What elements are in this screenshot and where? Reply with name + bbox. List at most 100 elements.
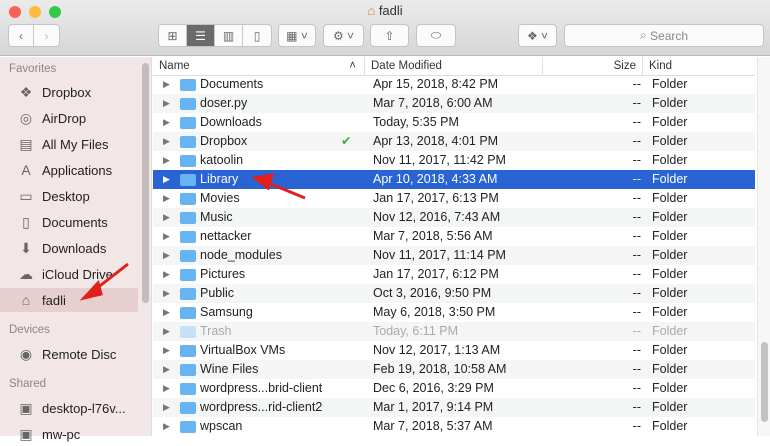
file-row[interactable]: ▶ nettacker Mar 7, 2018, 5:56 AM -- Folder (153, 227, 755, 246)
sidebar-item-downloads[interactable]: ⬇ Downloads (0, 236, 138, 260)
folder-icon (180, 250, 196, 262)
file-list-scrollbar[interactable] (757, 57, 770, 436)
disclosure-triangle-icon[interactable]: ▶ (163, 113, 170, 132)
sidebar-item-documents[interactable]: ▯ Documents (0, 210, 138, 234)
disclosure-triangle-icon[interactable]: ▶ (163, 341, 170, 360)
cover-flow-button[interactable]: ▯ (243, 25, 271, 46)
file-row[interactable]: ▶ node_modules Nov 11, 2017, 11:14 PM -- Fol… (153, 246, 755, 265)
file-name: Wine Files (200, 362, 259, 376)
sidebar-item-desktop-l76v[interactable]: ▣ desktop-l76v... (0, 396, 138, 420)
file-name: Dropbox (200, 134, 248, 148)
folder-icon (180, 117, 196, 129)
file-row[interactable]: ▶ Pictures Jan 17, 2017, 6:12 PM -- Folder (153, 265, 755, 284)
file-row[interactable]: ▶ Samsung May 6, 2018, 3:50 PM -- Folder (153, 303, 755, 322)
sidebar-item-all-my-files[interactable]: ▤ All My Files (0, 132, 138, 156)
disclosure-triangle-icon[interactable]: ▶ (163, 417, 170, 436)
disclosure-triangle-icon[interactable]: ▶ (163, 360, 170, 379)
file-size: -- (632, 172, 641, 186)
disclosure-triangle-icon[interactable]: ▶ (163, 208, 170, 227)
folder-icon (180, 364, 196, 376)
home-icon: ⌂ (21, 292, 31, 308)
file-size: -- (632, 210, 641, 224)
sidebar-item-icloud-drive[interactable]: ☁ iCloud Drive (0, 262, 138, 286)
file-date: May 6, 2018, 3:50 PM (373, 305, 496, 319)
file-date: Apr 10, 2018, 4:33 AM (373, 172, 498, 186)
file-row[interactable]: ▶ Movies Jan 17, 2017, 6:13 PM -- Folder (153, 189, 755, 208)
sidebar-item-airdrop[interactable]: ◎ AirDrop (0, 106, 138, 130)
folder-icon (180, 345, 196, 357)
file-row[interactable]: ▶ katoolin Nov 11, 2017, 11:42 PM -- Folder (153, 151, 755, 170)
file-name: Music (200, 210, 233, 224)
file-row[interactable]: ▶ doser.py Mar 7, 2018, 6:00 AM -- Folder (153, 94, 755, 113)
file-date: Nov 11, 2017, 11:14 PM (373, 248, 506, 262)
file-size: -- (632, 324, 641, 338)
forward-button[interactable]: › (34, 25, 59, 46)
file-row[interactable]: ▶ Documents Apr 15, 2018, 8:42 PM -- Folder (153, 75, 755, 94)
file-row[interactable]: ▶ Trash Today, 6:11 PM -- Folder (153, 322, 755, 341)
sidebar-item-dropbox[interactable]: ❖ Dropbox (0, 80, 138, 104)
disclosure-triangle-icon[interactable]: ▶ (163, 284, 170, 303)
disclosure-triangle-icon[interactable]: ▶ (163, 94, 170, 113)
sidebar-item-mw-pc[interactable]: ▣ mw-pc (0, 422, 138, 446)
size-column-header[interactable]: Size (543, 57, 643, 76)
folder-icon (180, 231, 196, 243)
disclosure-triangle-icon[interactable]: ▶ (163, 246, 170, 265)
file-row[interactable]: ▶ Music Nov 12, 2016, 7:43 AM -- Folder (153, 208, 755, 227)
name-column-header[interactable]: Name ˄ (153, 57, 365, 76)
file-date: Mar 7, 2018, 5:37 AM (373, 419, 493, 433)
arrange-button[interactable]: ▦ ˅ (278, 24, 316, 47)
file-name: Movies (200, 191, 240, 205)
disclosure-triangle-icon[interactable]: ▶ (163, 189, 170, 208)
airdrop-icon: ◎ (19, 109, 33, 126)
list-view-button[interactable]: ☰ (187, 25, 215, 46)
file-name: Library (200, 172, 239, 186)
sidebar-item-applications[interactable]: A Applications (0, 158, 138, 182)
disclosure-triangle-icon[interactable]: ▶ (163, 379, 170, 398)
scroll-thumb[interactable] (761, 342, 768, 422)
disclosure-triangle-icon[interactable]: ▶ (163, 170, 170, 189)
file-row[interactable]: ▶ wordpress...brid-client Dec 6, 2016, 3:2… (153, 379, 755, 398)
dropbox-button[interactable]: ❖ ˅ (518, 24, 557, 47)
disclosure-triangle-icon[interactable]: ▶ (163, 151, 170, 170)
search-icon: ⌕ (639, 28, 651, 42)
file-name: wordpress...rid-client2 (200, 400, 323, 414)
file-row[interactable]: ▶ Dropbox Apr 13, 2018, 4:01 PM -- Folder ✔ (153, 132, 755, 151)
disclosure-triangle-icon[interactable]: ▶ (163, 303, 170, 322)
disclosure-triangle-icon[interactable]: ▶ (163, 227, 170, 246)
file-size: -- (632, 343, 641, 357)
sidebar-item-fadli[interactable]: ⌂ fadli (0, 288, 138, 312)
file-row[interactable]: ▶ Wine Files Feb 19, 2018, 10:58 AM -- Folde… (153, 360, 755, 379)
tags-button[interactable]: ⬭ (416, 24, 456, 47)
date-column-header[interactable]: Date Modified (365, 57, 543, 76)
file-row[interactable]: ▶ Library Apr 10, 2018, 4:33 AM -- Folder (153, 170, 755, 189)
sidebar-item-desktop[interactable]: ▭ Desktop (0, 184, 138, 208)
file-row[interactable]: ▶ wpscan Mar 7, 2018, 5:37 AM -- Folder (153, 417, 755, 436)
share-button[interactable]: ⇧ (370, 24, 409, 47)
disclosure-triangle-icon[interactable]: ▶ (163, 398, 170, 417)
file-row[interactable]: ▶ Downloads Today, 5:35 PM -- Folder (153, 113, 755, 132)
sidebar-scrollbar[interactable] (142, 63, 149, 303)
folder-icon (180, 307, 196, 319)
action-gear-button[interactable]: ⚙ ˅ (323, 24, 364, 47)
file-name: katoolin (200, 153, 244, 167)
disclosure-triangle-icon[interactable]: ▶ (163, 265, 170, 284)
disclosure-triangle-icon[interactable]: ▶ (163, 322, 170, 341)
search-input[interactable]: ⌕ Search (564, 24, 764, 47)
disclosure-triangle-icon[interactable]: ▶ (163, 75, 170, 94)
file-date: Oct 3, 2016, 9:50 PM (373, 286, 492, 300)
disclosure-triangle-icon[interactable]: ▶ (163, 132, 170, 151)
icon-view-button[interactable]: ⊞ (159, 25, 187, 46)
back-button[interactable]: ‹ (9, 25, 35, 46)
folder-icon (180, 136, 196, 148)
file-row[interactable]: ▶ VirtualBox VMs Nov 12, 2017, 1:13 AM -- Fo… (153, 341, 755, 360)
sidebar-item-remote-disc[interactable]: ◉ Remote Disc (0, 342, 138, 366)
computer-icon: ▣ (19, 425, 33, 442)
desktop-icon: ▭ (19, 187, 33, 204)
file-row[interactable]: ▶ wordpress...rid-client2 Mar 1, 2017, 9:1… (153, 398, 755, 417)
file-kind: Folder (652, 305, 688, 319)
column-view-button[interactable]: ▥ (215, 25, 243, 46)
file-date: Nov 12, 2017, 1:13 AM (373, 343, 501, 357)
file-date: Apr 13, 2018, 4:01 PM (373, 134, 499, 148)
file-row[interactable]: ▶ Public Oct 3, 2016, 9:50 PM -- Folder (153, 284, 755, 303)
kind-column-header[interactable]: Kind (643, 57, 755, 76)
